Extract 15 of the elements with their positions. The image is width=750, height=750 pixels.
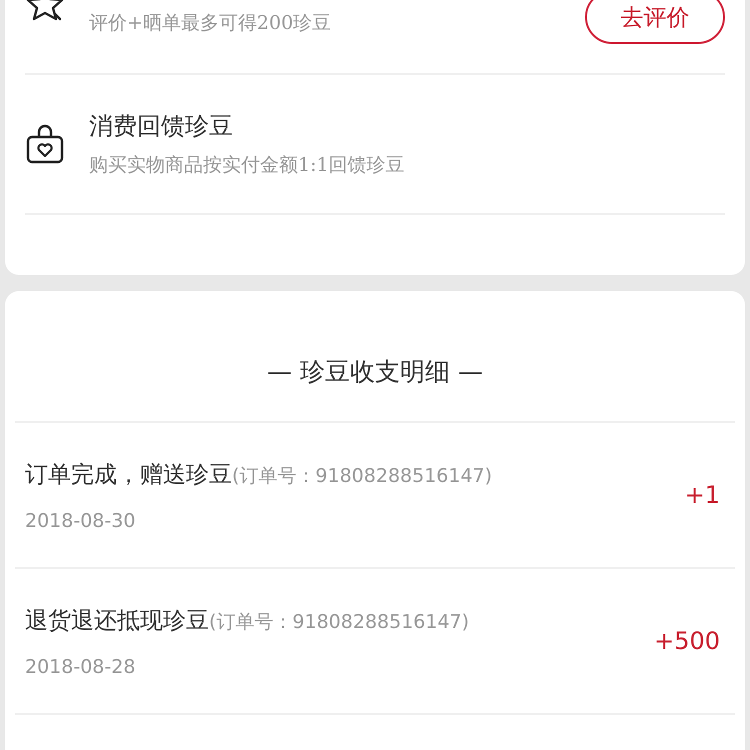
amount: +500 xyxy=(654,627,720,655)
entry-date: 2018-08-30 xyxy=(25,510,136,532)
review-button[interactable]: 去评价 xyxy=(585,0,725,44)
section-heading: — 珍豆收支明细 — xyxy=(15,291,735,423)
order-number: (订单号：91808288516147) xyxy=(232,464,492,488)
order-number: (订单号：91808288516147) xyxy=(209,610,470,634)
entry-title: 订单完成，赠送珍豆 xyxy=(25,460,232,490)
task-title: 消费回馈珍豆 xyxy=(89,111,234,142)
amount: +1 xyxy=(684,481,720,509)
entry-title: 退货退还抵现珍豆 xyxy=(25,606,209,636)
star-icon xyxy=(25,0,65,22)
task-description: 评价+晒单最多可得200珍豆 xyxy=(89,11,332,36)
task-description: 购买实物商品按实付金额1:1回馈珍豆 xyxy=(89,153,406,178)
shopping-bag-icon xyxy=(25,123,65,165)
entry-date: 2018-08-28 xyxy=(25,656,136,678)
